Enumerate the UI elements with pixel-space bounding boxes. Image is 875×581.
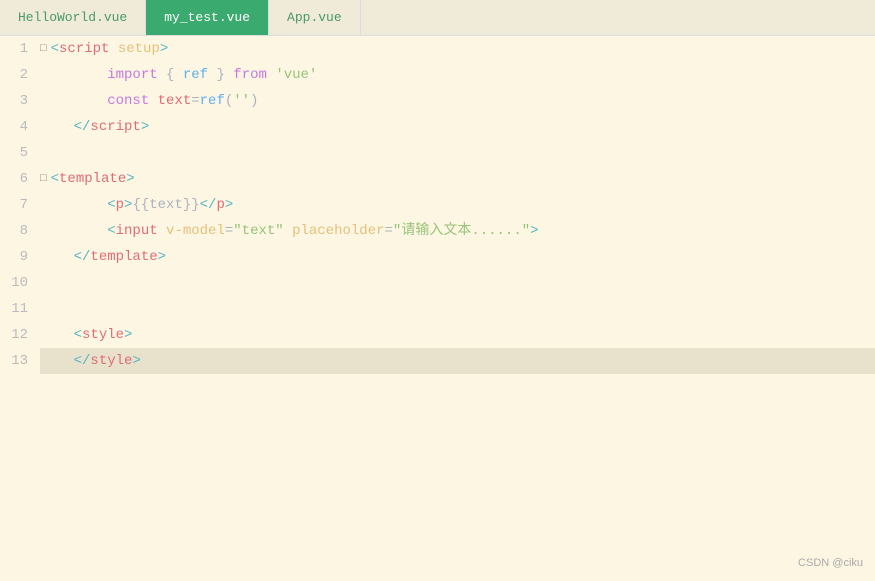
editor-container: HelloWorld.vue my_test.vue App.vue 1 2 3…	[0, 0, 875, 581]
tab-helloworld[interactable]: HelloWorld.vue	[0, 0, 146, 35]
line-9: </template>	[40, 244, 875, 270]
ln-6: 6	[0, 166, 36, 192]
fold-6[interactable]: □	[40, 166, 47, 192]
code-area: 1 2 3 4 5 6 7 8 9 10 11 12 13 □ <script …	[0, 36, 875, 581]
line-4: </script>	[40, 114, 875, 140]
line-2: import { ref } from 'vue'	[40, 62, 875, 88]
ln-12: 12	[0, 322, 36, 348]
ln-13: 13	[0, 348, 36, 374]
line-11	[40, 296, 875, 322]
line-1: □ <script setup>	[40, 36, 875, 62]
ln-7: 7	[0, 192, 36, 218]
ln-4: 4	[0, 114, 36, 140]
line-3: const text=ref('')	[40, 88, 875, 114]
ln-11: 11	[0, 296, 36, 322]
tab-bar: HelloWorld.vue my_test.vue App.vue	[0, 0, 875, 36]
line-7: <p>{{text}}</p>	[40, 192, 875, 218]
tab-mytest[interactable]: my_test.vue	[146, 0, 269, 35]
line-5	[40, 140, 875, 166]
code-content: □ <script setup> import { ref } from 'vu…	[36, 36, 875, 581]
line-numbers: 1 2 3 4 5 6 7 8 9 10 11 12 13	[0, 36, 36, 581]
ln-9: 9	[0, 244, 36, 270]
ln-3: 3	[0, 88, 36, 114]
ln-8: 8	[0, 218, 36, 244]
fold-1[interactable]: □	[40, 36, 47, 62]
watermark: CSDN @ciku	[798, 557, 863, 569]
ln-2: 2	[0, 62, 36, 88]
line-8: <input v-model="text" placeholder="请输入文本…	[40, 218, 875, 244]
ln-5: 5	[0, 140, 36, 166]
line-10	[40, 270, 875, 296]
line-12: <style>	[40, 322, 875, 348]
ln-1: 1	[0, 36, 36, 62]
line-6: □ <template>	[40, 166, 875, 192]
tab-app[interactable]: App.vue	[269, 0, 361, 35]
ln-10: 10	[0, 270, 36, 296]
line-13: </style>	[40, 348, 875, 374]
